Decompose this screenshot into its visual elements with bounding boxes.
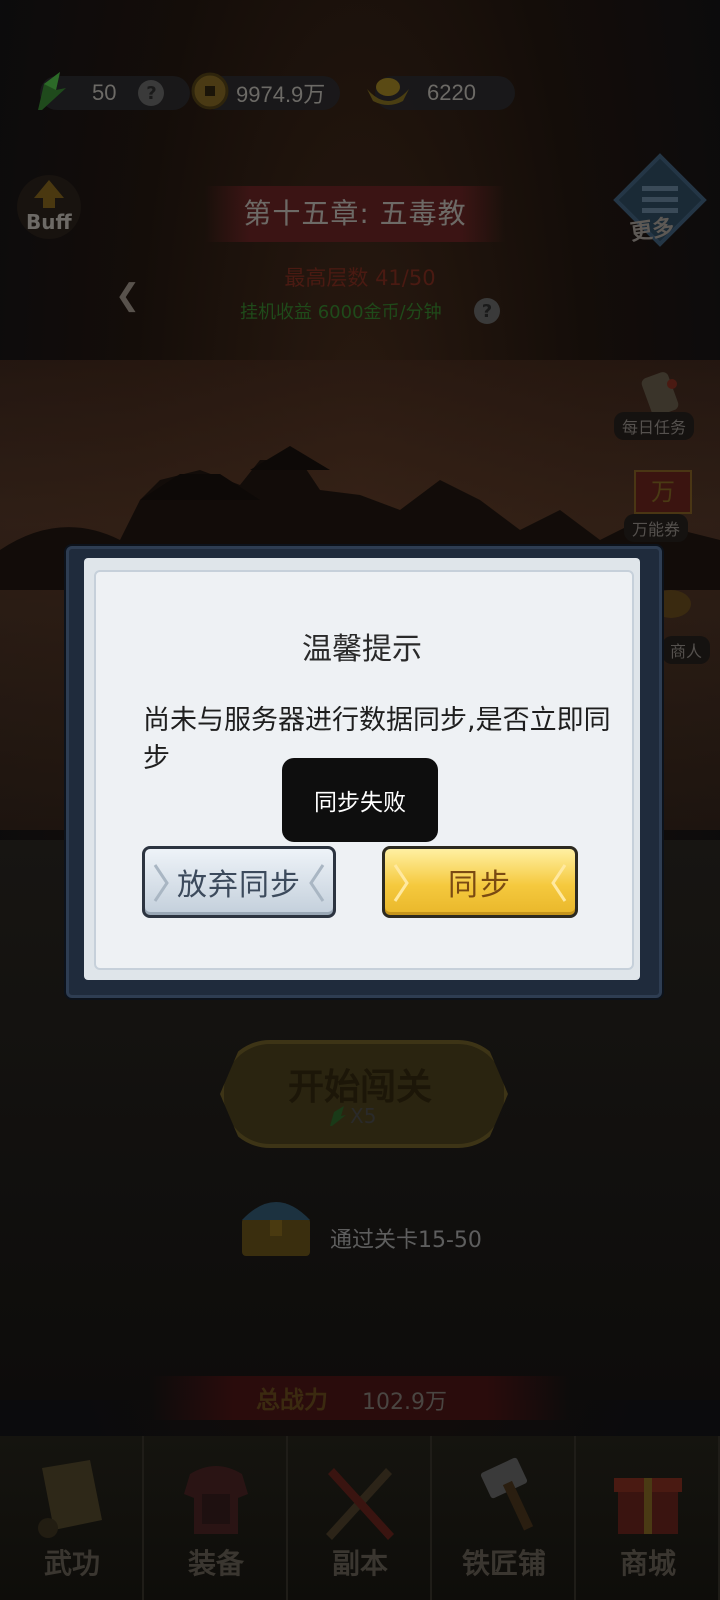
dialog-title: 温馨提示 bbox=[302, 632, 422, 667]
chevron-left-icon bbox=[551, 864, 567, 902]
chevron-right-icon bbox=[153, 864, 169, 902]
chevron-right-icon bbox=[393, 864, 409, 902]
abandon-sync-button[interactable]: 放弃同步 bbox=[142, 846, 336, 918]
sync-failed-toast: 同步失败 bbox=[282, 758, 438, 842]
abandon-sync-label: 放弃同步 bbox=[177, 868, 301, 903]
sync-label: 同步 bbox=[448, 868, 512, 903]
chevron-left-icon bbox=[309, 864, 325, 902]
sync-button[interactable]: 同步 bbox=[382, 846, 578, 918]
